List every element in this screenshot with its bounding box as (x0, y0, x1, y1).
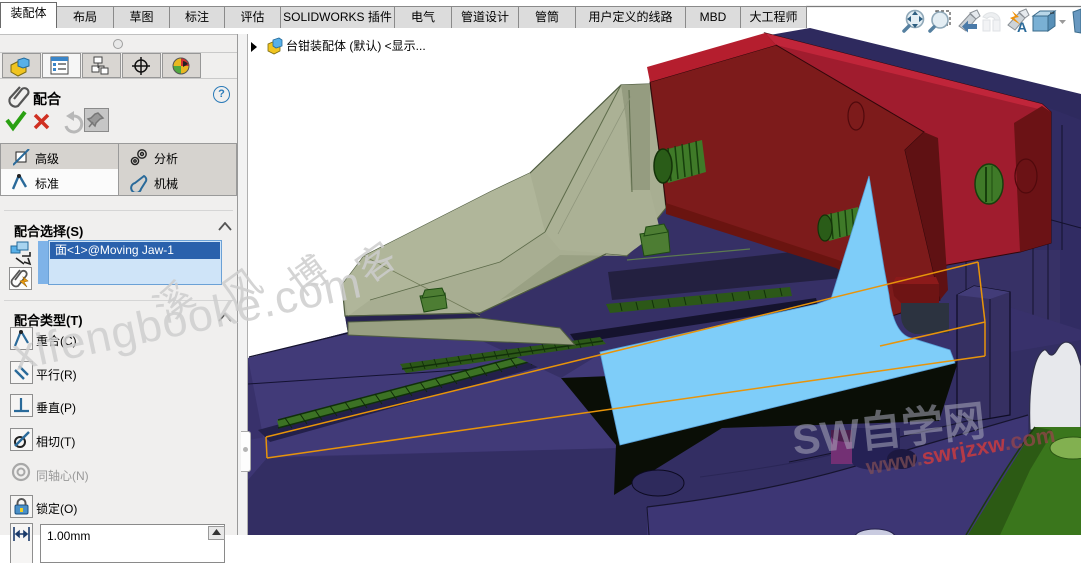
svg-text:台钳装配体 (默认) <显示...: 台钳装配体 (默认) <显示... (286, 38, 426, 53)
